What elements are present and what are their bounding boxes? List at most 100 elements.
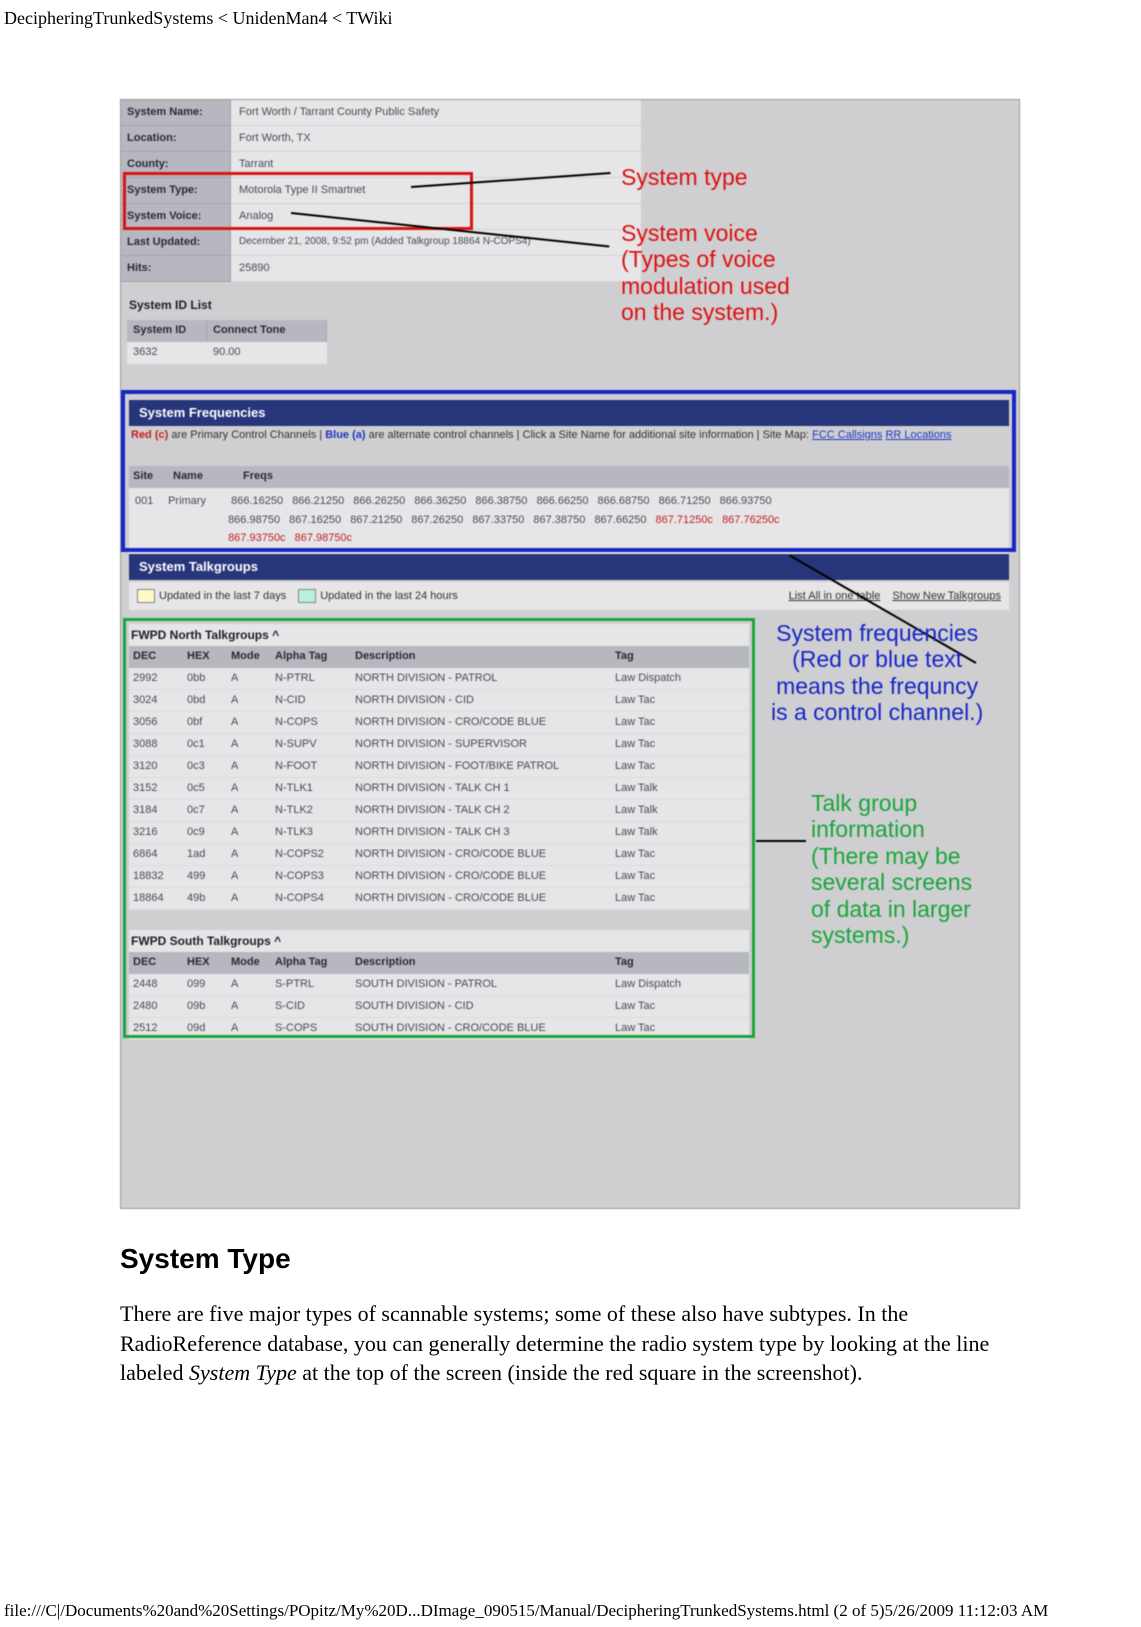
- tg-cell-desc: NORTH DIVISION - CID: [351, 690, 611, 711]
- tg-cell-cat: Law Dispatch: [611, 668, 731, 689]
- tg-cell-desc: NORTH DIVISION - SUPERVISOR: [351, 734, 611, 755]
- tg-cell-cat: Law Talk: [611, 822, 731, 843]
- tg-cell-desc: NORTH DIVISION - TALK CH 1: [351, 778, 611, 799]
- freq-note: Red (c) are Primary Control Channels | B…: [131, 428, 1001, 443]
- freq-val: 866.38750: [475, 492, 527, 511]
- tg-cell-hex: 0c1: [183, 734, 227, 755]
- tg-cell-desc: SOUTH DIVISION - PATROL: [351, 974, 611, 995]
- tg-south-header: DEC HEX Mode Alpha Tag Description Tag: [129, 952, 749, 974]
- freq-val: 866.66250: [536, 492, 588, 511]
- tg-cell-mode: A: [227, 800, 271, 821]
- freq-sitename[interactable]: Primary: [168, 492, 228, 511]
- freq-note-blue: Blue (a): [325, 429, 365, 441]
- table-row: 248009bAS-CIDSOUTH DIVISION - CIDLaw Tac: [129, 996, 749, 1018]
- freq-table-header: Site Name Freqs: [129, 466, 1009, 488]
- annotation-system-voice: System voice (Types of voice modulation …: [621, 220, 790, 326]
- table-row: 251209dAS-COPSSOUTH DIVISION - CRO/CODE …: [129, 1018, 749, 1040]
- body-paragraph: There are five major types of scannable …: [120, 1299, 1031, 1388]
- tg-cell-hex: 0c9: [183, 822, 227, 843]
- sysid-hdr-id: System ID: [127, 320, 207, 342]
- table-row: 68641adAN-COPS2NORTH DIVISION - CRO/CODE…: [129, 844, 749, 866]
- tg-hdr-cat: Tag: [611, 646, 731, 668]
- info-value: Fort Worth, TX: [231, 126, 641, 152]
- tg-cell-desc: SOUTH DIVISION - CRO/CODE BLUE: [351, 1018, 611, 1039]
- info-value: Analog: [231, 204, 641, 230]
- freq-val-control: 867.71250c: [656, 511, 714, 530]
- freq-note-red: Red (c): [131, 429, 168, 441]
- tg-cell-cat: Law Tac: [611, 734, 731, 755]
- tg-cell-tag: S-CID: [271, 996, 351, 1017]
- table-row: 30880c1AN-SUPVNORTH DIVISION - SUPERVISO…: [129, 734, 749, 756]
- freq-val: 867.38750: [533, 511, 585, 530]
- tg-cell-cat: Law Talk: [611, 778, 731, 799]
- tg-cell-cat: Law Tac: [611, 888, 731, 909]
- tg-cell-cat: Law Tac: [611, 866, 731, 887]
- tg-cell-dec: 3184: [129, 800, 183, 821]
- freq-note-link-fcc[interactable]: FCC Callsigns: [812, 429, 882, 441]
- tg-cell-desc: NORTH DIVISION - CRO/CODE BLUE: [351, 712, 611, 733]
- tg-cell-dec: 18864: [129, 888, 183, 909]
- tg-cell-tag: N-PTRL: [271, 668, 351, 689]
- tg-cell-desc: NORTH DIVISION - CRO/CODE BLUE: [351, 844, 611, 865]
- tg-cell-cat: Law Dispatch: [611, 974, 731, 995]
- tg-hdr-desc: Description: [351, 952, 611, 974]
- freq-row3: 867.93750c 867.98750c: [228, 532, 358, 544]
- tg-cell-hex: 0c7: [183, 800, 227, 821]
- tg-cell-hex: 1ad: [183, 844, 227, 865]
- tg-hdr-tag: Alpha Tag: [271, 952, 351, 974]
- tg-cell-hex: 099: [183, 974, 227, 995]
- info-label: Hits:: [121, 256, 231, 282]
- info-row-county: County: Tarrant: [121, 152, 641, 178]
- tg-cell-cat: Law Tac: [611, 712, 731, 733]
- annotation-talkgroup-info: Talk group information (There may be sev…: [811, 790, 972, 949]
- legend-link-shownew[interactable]: Show New Talkgroups: [892, 590, 1001, 602]
- freq-val: 866.21250: [292, 492, 344, 511]
- table-row: 2448099AS-PTRLSOUTH DIVISION - PATROLLaw…: [129, 974, 749, 996]
- tg-cell-tag: N-TLK1: [271, 778, 351, 799]
- table-row: 1886449bAN-COPS4NORTH DIVISION - CRO/COD…: [129, 888, 749, 910]
- tg-cell-tag: N-SUPV: [271, 734, 351, 755]
- tg-hdr-desc: Description: [351, 646, 611, 668]
- tg-cell-tag: N-TLK2: [271, 800, 351, 821]
- info-row-location: Location: Fort Worth, TX: [121, 126, 641, 152]
- freq-hdr-site: Site: [129, 466, 169, 488]
- tg-cell-cat: Law Tac: [611, 1018, 731, 1039]
- info-label: System Type:: [121, 178, 231, 204]
- tg-cell-dec: 2480: [129, 996, 183, 1017]
- info-value: December 21, 2008, 9:52 pm (Added Talkgr…: [231, 230, 641, 256]
- tg-south-title[interactable]: FWPD South Talkgroups ^: [129, 930, 749, 952]
- tg-cell-desc: NORTH DIVISION - TALK CH 3: [351, 822, 611, 843]
- radioreference-screenshot: System Name: Fort Worth / Tarrant County…: [120, 99, 1020, 1209]
- freq-note-text2: are alternate control channels | Click a…: [366, 429, 813, 441]
- tg-cell-dec: 3216: [129, 822, 183, 843]
- tg-cell-mode: A: [227, 668, 271, 689]
- tg-hdr-dec: DEC: [129, 646, 183, 668]
- freq-val: 866.26250: [353, 492, 405, 511]
- tg-cell-tag: N-COPS4: [271, 888, 351, 909]
- info-row-system-type: System Type: Motorola Type II Smartnet: [121, 178, 641, 204]
- tg-cell-mode: A: [227, 712, 271, 733]
- tg-cell-dec: 6864: [129, 844, 183, 865]
- tg-cell-mode: A: [227, 822, 271, 843]
- sysid-val-ct: 90.00: [207, 342, 327, 364]
- tg-cell-dec: 18832: [129, 866, 183, 887]
- freq-val: 866.98750: [228, 511, 280, 530]
- tg-cell-dec: 3024: [129, 690, 183, 711]
- info-value: 25890: [231, 256, 641, 282]
- tg-cell-desc: NORTH DIVISION - CRO/CODE BLUE: [351, 888, 611, 909]
- legend-link-listall[interactable]: List All in one table: [789, 590, 881, 602]
- freq-val-control: 867.93750c: [228, 529, 286, 548]
- annotation-system-freq: System frequencies (Red or blue text mea…: [771, 620, 983, 726]
- tg-cell-dec: 3088: [129, 734, 183, 755]
- tg-hdr-tag: Alpha Tag: [271, 646, 351, 668]
- tg-cell-mode: A: [227, 844, 271, 865]
- freq-val-control: 867.76250c: [722, 511, 780, 530]
- tg-north-title[interactable]: FWPD North Talkgroups ^: [129, 624, 749, 646]
- tg-cell-cat: Law Tac: [611, 996, 731, 1017]
- freq-note-link-rr[interactable]: RR Locations: [885, 429, 951, 441]
- table-row: 31840c7AN-TLK2NORTH DIVISION - TALK CH 2…: [129, 800, 749, 822]
- freq-val: 866.16250: [231, 492, 283, 511]
- tg-north-header: DEC HEX Mode Alpha Tag Description Tag: [129, 646, 749, 668]
- tg-cell-mode: A: [227, 778, 271, 799]
- table-row: 31520c5AN-TLK1NORTH DIVISION - TALK CH 1…: [129, 778, 749, 800]
